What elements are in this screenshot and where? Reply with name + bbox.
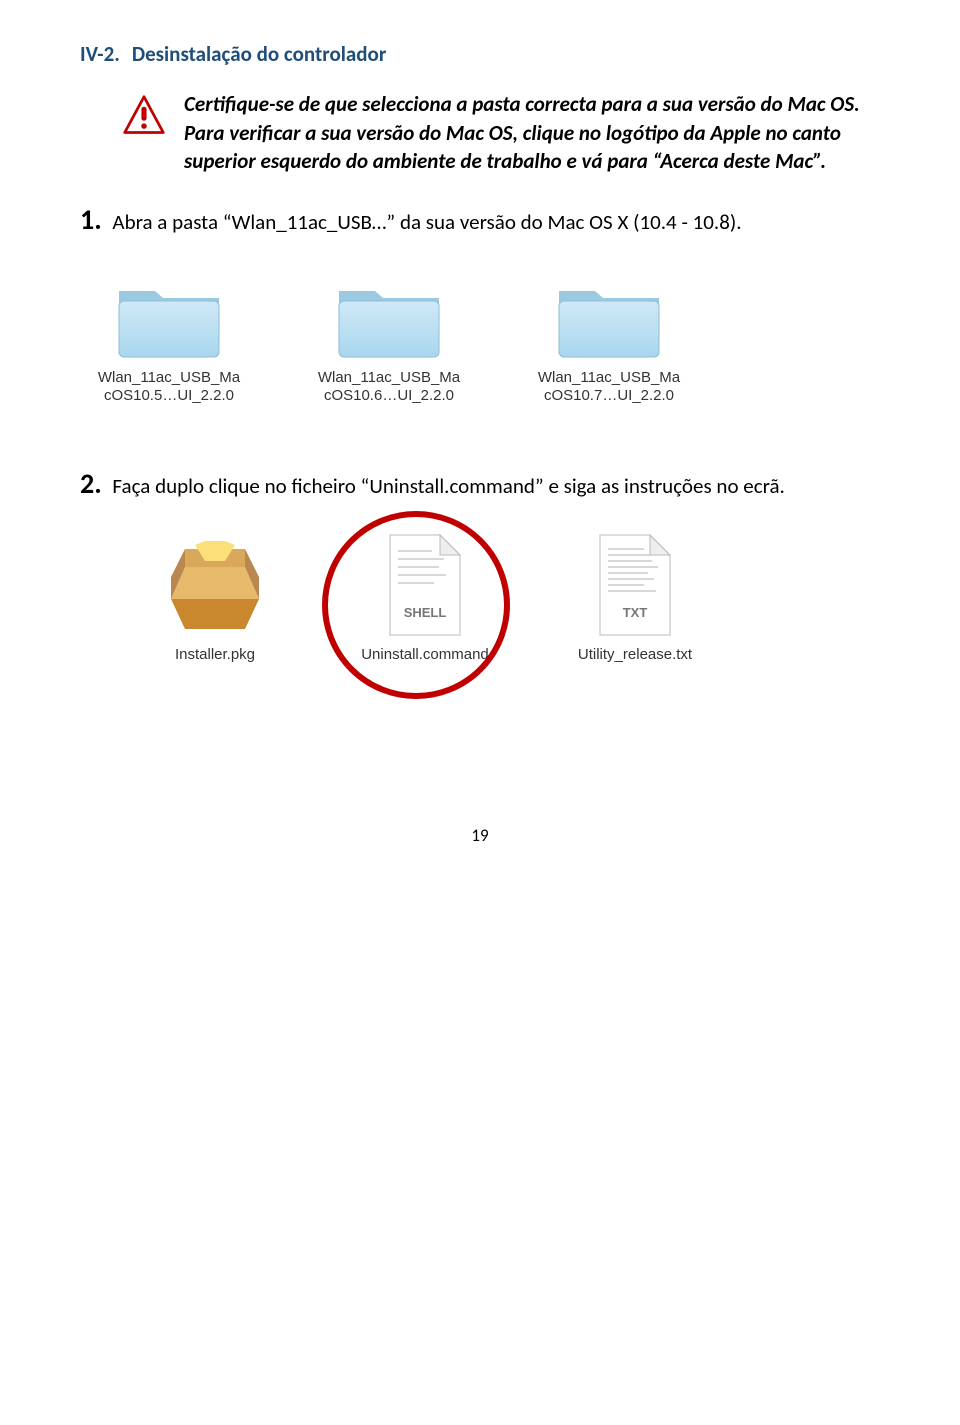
warning-text: Certifique-se de que selecciona a pasta … bbox=[184, 90, 880, 175]
folder-row: Wlan_11ac_USB_Ma cOS10.5…UI_2.2.0 Wlan_1… bbox=[94, 279, 880, 405]
txt-badge-text: TXT bbox=[623, 605, 648, 620]
file-label: Uninstall.command bbox=[361, 645, 489, 665]
page-number: 19 bbox=[80, 825, 880, 848]
folder-item[interactable]: Wlan_11ac_USB_Ma cOS10.6…UI_2.2.0 bbox=[314, 279, 464, 405]
file-item-pkg[interactable]: Installer.pkg bbox=[140, 537, 290, 665]
shell-badge-text: SHELL bbox=[404, 605, 447, 620]
folder-item[interactable]: Wlan_11ac_USB_Ma cOS10.7…UI_2.2.0 bbox=[534, 279, 684, 405]
step-1: 1. Abra a pasta “Wlan_11ac_USB…” da sua … bbox=[80, 201, 880, 239]
folder-label: Wlan_11ac_USB_Ma cOS10.5…UI_2.2.0 bbox=[98, 369, 240, 405]
file-label: Installer.pkg bbox=[175, 645, 255, 665]
folder-item[interactable]: Wlan_11ac_USB_Ma cOS10.5…UI_2.2.0 bbox=[94, 279, 244, 405]
folder-label: Wlan_11ac_USB_Ma cOS10.6…UI_2.2.0 bbox=[318, 369, 460, 405]
folder-icon bbox=[334, 279, 444, 361]
step-2: 2. Faça duplo clique no ficheiro “Uninst… bbox=[80, 465, 880, 503]
folder-icon bbox=[114, 279, 224, 361]
file-label: Utility_release.txt bbox=[578, 645, 692, 665]
file-row: Installer.pkg SHELL Uninstall.command bbox=[140, 533, 880, 665]
txt-file-icon: TXT bbox=[594, 533, 676, 637]
step-2-number: 2. bbox=[80, 466, 102, 501]
folder-icon bbox=[554, 279, 664, 361]
step-1-number: 1. bbox=[80, 202, 102, 237]
file-item-txt[interactable]: TXT Utility_release.txt bbox=[560, 533, 710, 665]
file-item-shell[interactable]: SHELL Uninstall.command bbox=[350, 533, 500, 665]
section-title: Desinstalação do controlador bbox=[132, 41, 386, 67]
package-icon bbox=[165, 537, 265, 637]
section-number: IV-2. bbox=[80, 41, 120, 67]
warning-icon bbox=[122, 94, 166, 138]
folder-label: Wlan_11ac_USB_Ma cOS10.7…UI_2.2.0 bbox=[538, 369, 680, 405]
section-heading: IV-2. Desinstalação do controlador bbox=[80, 40, 880, 68]
step-2-text: Faça duplo clique no ficheiro “Uninstall… bbox=[108, 473, 785, 499]
warning-block: Certifique-se de que selecciona a pasta … bbox=[122, 90, 880, 175]
shell-file-icon: SHELL bbox=[384, 533, 466, 637]
step-1-text: Abra a pasta “Wlan_11ac_USB…” da sua ver… bbox=[108, 209, 742, 235]
